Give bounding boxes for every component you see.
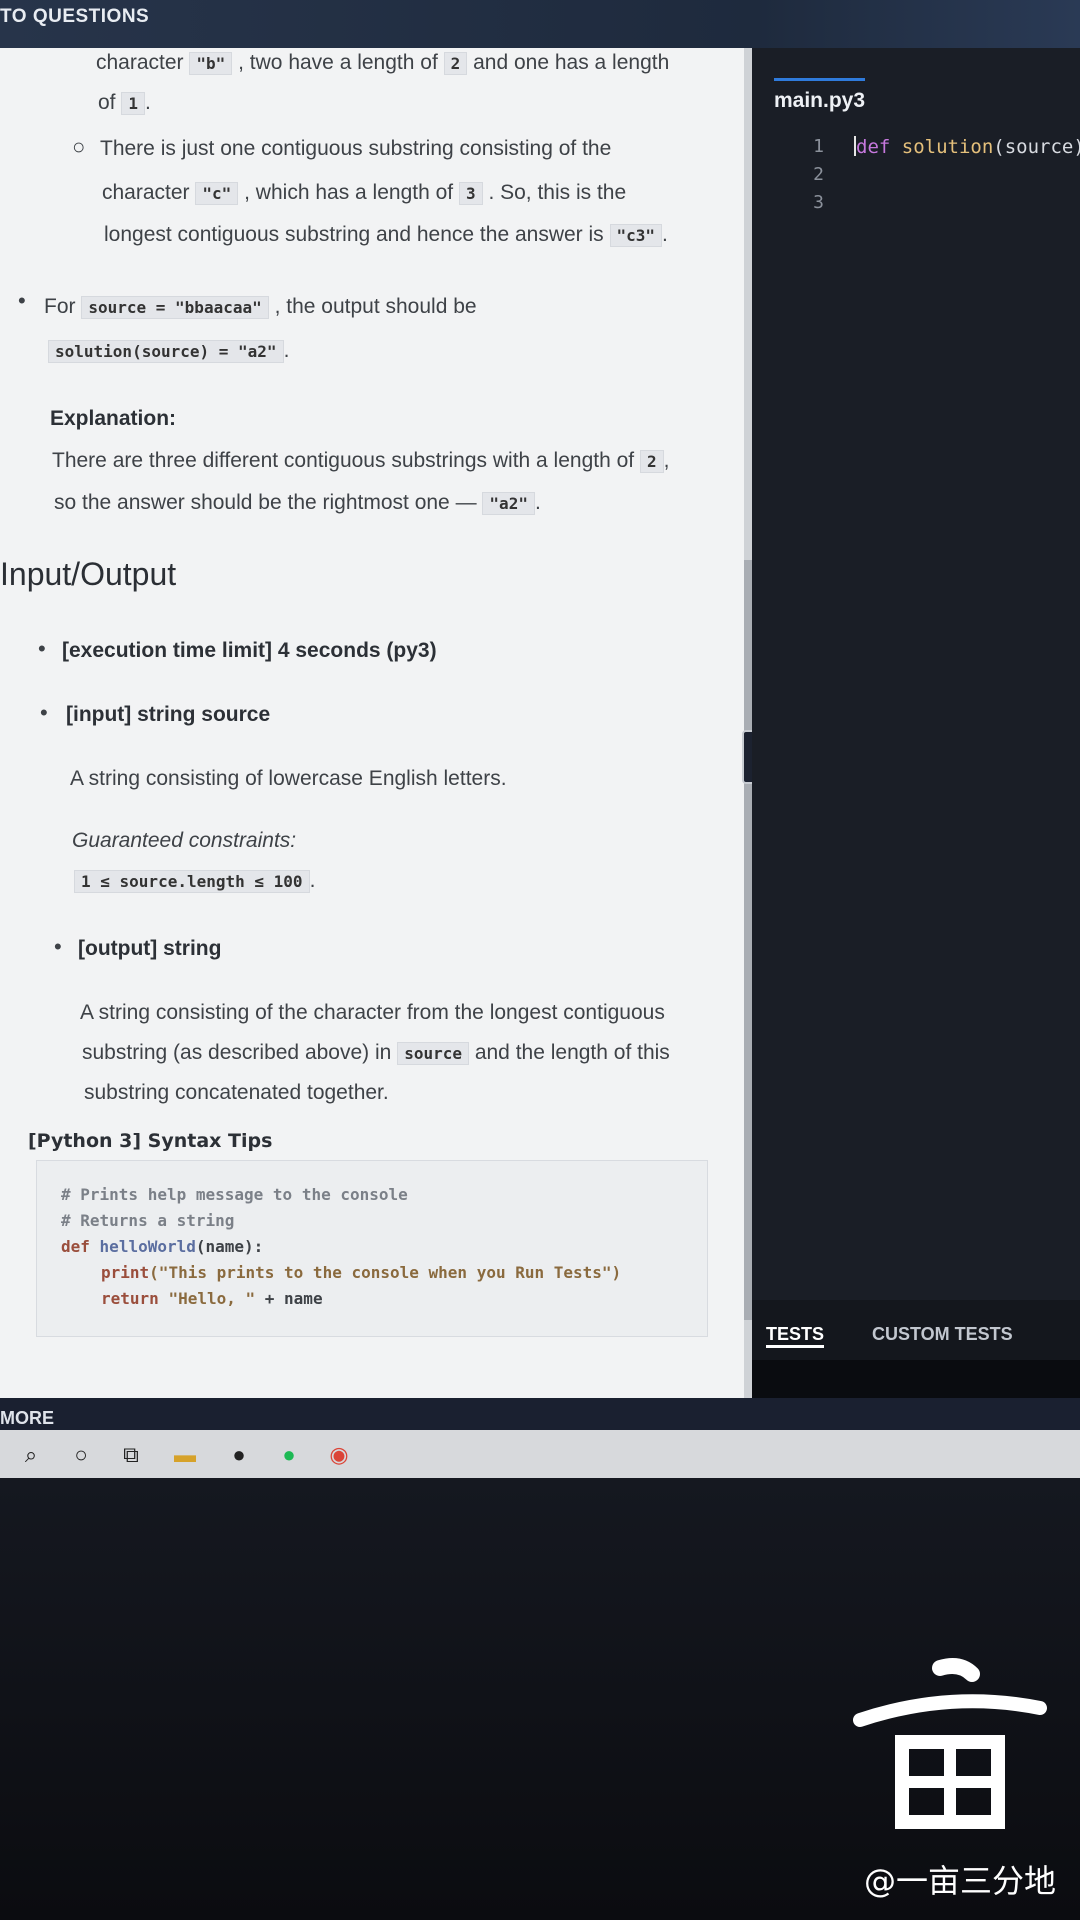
example-line: For source = "bbaacaa" , the output shou…: [44, 295, 477, 319]
input-description: A string consisting of lowercase English…: [70, 767, 507, 790]
example-output-line: solution(source) = "a2".: [48, 336, 289, 367]
output-description: A string consisting of the character fro…: [80, 1001, 665, 1024]
top-bar: TO QUESTIONS: [0, 0, 1080, 48]
description-line: character "b" , two have a length of 2 a…: [96, 51, 670, 75]
description-line: character "c" , which has a length of 3 …: [102, 181, 627, 205]
bullet-icon: •: [18, 288, 26, 313]
explanation-line: so the answer should be the rightmost on…: [54, 491, 541, 515]
input-output-title: Input/Output: [0, 556, 177, 592]
description-line: of 1.: [98, 91, 151, 115]
syntax-tips-code: # Prints help message to the console # R…: [36, 1160, 708, 1337]
constraints-label: Guaranteed constraints:: [72, 829, 297, 852]
constraint-line: 1 ≤ source.length ≤ 100.: [74, 866, 315, 897]
tests-tab-bar: TESTS CUSTOM TESTS: [752, 1300, 1080, 1360]
tab-custom-tests[interactable]: CUSTOM TESTS: [872, 1324, 1013, 1345]
bullet-icon: •: [38, 636, 46, 661]
spotify-icon[interactable]: ●: [276, 1442, 302, 1468]
description-line: longest contiguous substring and hence t…: [104, 223, 668, 247]
line-number: 1: [813, 136, 824, 157]
line-number: 3: [813, 192, 824, 213]
execution-time-limit: [execution time limit] 4 seconds (py3): [62, 639, 437, 662]
line-number: 2: [813, 164, 824, 185]
search-icon[interactable]: ⌕: [18, 1442, 44, 1468]
bullet-icon: •: [40, 700, 48, 725]
syntax-tips-title: [Python 3] Syntax Tips: [28, 1130, 273, 1152]
windows-taskbar: ⌕ ○ ⧉ ▬ ● ● ◉: [0, 1430, 1080, 1478]
output-description: substring concatenated together.: [84, 1081, 389, 1104]
more-link[interactable]: MORE: [0, 1408, 54, 1429]
explanation-title: Explanation:: [50, 407, 177, 430]
alienware-icon[interactable]: ●: [226, 1442, 252, 1468]
tab-tests[interactable]: TESTS: [766, 1324, 825, 1348]
back-to-questions-link[interactable]: TO QUESTIONS: [0, 6, 149, 28]
watermark-text: @一亩三分地: [863, 1862, 1056, 1900]
file-explorer-icon[interactable]: ▬: [172, 1442, 198, 1468]
task-view-icon[interactable]: ⧉: [118, 1442, 144, 1468]
output-label: [output] string: [78, 937, 222, 960]
code-editor[interactable]: main.py3 1 2 3 def solution(source): [752, 48, 1080, 1330]
problem-scrollbar-thumb[interactable]: [744, 560, 752, 1320]
problem-description-panel: character "b" , two have a length of 2 a…: [0, 48, 748, 1398]
output-description: substring (as described above) in source…: [82, 1041, 670, 1065]
hollow-bullet-icon: ○: [72, 134, 86, 159]
chrome-icon[interactable]: ◉: [326, 1442, 352, 1468]
description-line: There is just one contiguous substring c…: [100, 137, 612, 160]
code-line[interactable]: def solution(source): [854, 136, 1080, 158]
bullet-icon: •: [54, 934, 62, 959]
watermark-logo: [853, 1658, 1047, 1829]
explanation-line: There are three different contiguous sub…: [52, 449, 670, 473]
cortana-icon[interactable]: ○: [68, 1442, 94, 1468]
editor-file-tab[interactable]: main.py3: [774, 78, 866, 113]
input-label: [input] string source: [66, 703, 271, 726]
